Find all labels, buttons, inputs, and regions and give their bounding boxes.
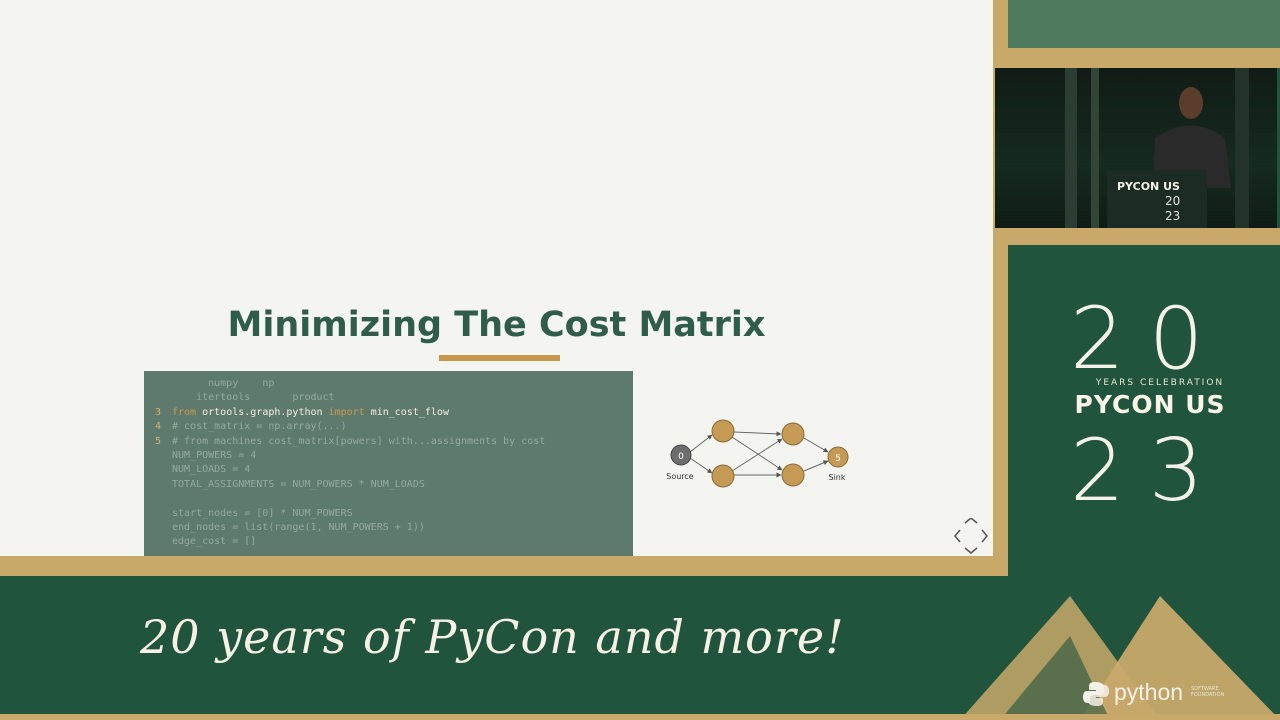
code-line-number: 3 [155, 406, 162, 418]
source-caption: Source [666, 472, 694, 481]
code-line: 4 # cost_matrix = np.array(...) [144, 420, 633, 434]
lectern-year-bottom: 23 [1165, 209, 1180, 223]
title-underline [439, 355, 560, 361]
code-line-text: NUM_LOADS = 4 [172, 464, 251, 476]
python-logo-icon [1083, 682, 1109, 706]
node-1 [711, 419, 735, 443]
corner-panel [1008, 0, 1280, 48]
code-panel: numpy np itertools product 3 from ortools.… [144, 371, 633, 556]
node-4 [781, 463, 805, 487]
code-line: itertools product [144, 391, 633, 405]
pycon-us-logo: PYCON US [1074, 390, 1226, 419]
lectern-year-top: 20 [1165, 194, 1180, 208]
code-line-text: NUM_POWERS = 4 [172, 450, 257, 461]
sink-caption: Sink [828, 473, 845, 482]
psf-wordmark: SOFTWARE FOUNDATION [1191, 686, 1225, 698]
code-line-number: 5 [155, 435, 162, 447]
source-node-label: 0 [678, 452, 684, 462]
frame-strip-bottom [0, 556, 1008, 576]
code-line: TOTAL_ASSIGNMENTS = NUM_POWERS * NUM_LOA… [144, 478, 633, 492]
year-bottom: 23 [1070, 421, 1228, 521]
python-wordmark: python [1114, 679, 1184, 705]
banner-tagline: 20 years of PyCon and more! [140, 610, 845, 664]
code-line: 3 from ortools.graph.python import min_co… [144, 406, 633, 420]
slide-title: Minimizing The Cost Matrix [227, 305, 766, 345]
presentation-slide: Minimizing The Cost Matrix numpy np iter… [0, 0, 993, 556]
code-line-text: TOTAL_ASSIGNMENTS = NUM_POWERS * NUM_LOA… [172, 478, 425, 490]
code-line-text: end_nodes = list(range(1, NUM_POWERS + 1… [172, 522, 425, 533]
slide-navigation-icon[interactable] [952, 518, 990, 554]
node-3 [781, 422, 805, 446]
frame-strip-video-bottom [993, 228, 1280, 245]
speaker-scene: PYCON US 20 23 [1065, 68, 1249, 228]
year-top: 20 [1070, 289, 1228, 389]
code-line-text: start_nodes = [0] * NUM_POWERS [172, 507, 353, 519]
code-line: start_nodes = [0] * NUM_POWERS [144, 507, 633, 521]
flow-network-diagram: 0 5 Source Sink [666, 419, 849, 488]
lectern [1107, 170, 1207, 228]
sink-node-label: 5 [835, 454, 841, 464]
code-line-text: edge_cost = [] [172, 536, 257, 548]
celebration-label: YEARS CELEBRATION [1095, 378, 1225, 388]
code-line-text: numpy np [172, 378, 275, 389]
code-line: 5 # from machines cost_matrix[powers] wit… [144, 435, 633, 449]
speaker-head [1179, 87, 1203, 119]
code-line-text: itertools product [172, 392, 335, 404]
code-line-text: # cost_matrix = np.array(...) [172, 421, 347, 433]
code-line: edge_cost = [] [144, 535, 633, 549]
node-2 [711, 464, 735, 488]
frame-strip-video-top [993, 48, 1280, 68]
code-line: numpy np [144, 377, 633, 391]
speaker-video: PYCON US 20 23 [995, 68, 1277, 228]
code-line-number: 4 [155, 421, 162, 433]
code-line: end_nodes = list(range(1, NUM_POWERS + 1… [144, 521, 633, 535]
code-line-text: from ortools.graph.python import min_cos… [172, 406, 449, 418]
code-line: NUM_POWERS = 4 [144, 449, 633, 463]
code-line: NUM_LOADS = 4 [144, 463, 633, 477]
code-line-text: # from machines cost_matrix[powers] with… [172, 435, 546, 447]
lectern-title: PYCON US [1117, 180, 1180, 193]
